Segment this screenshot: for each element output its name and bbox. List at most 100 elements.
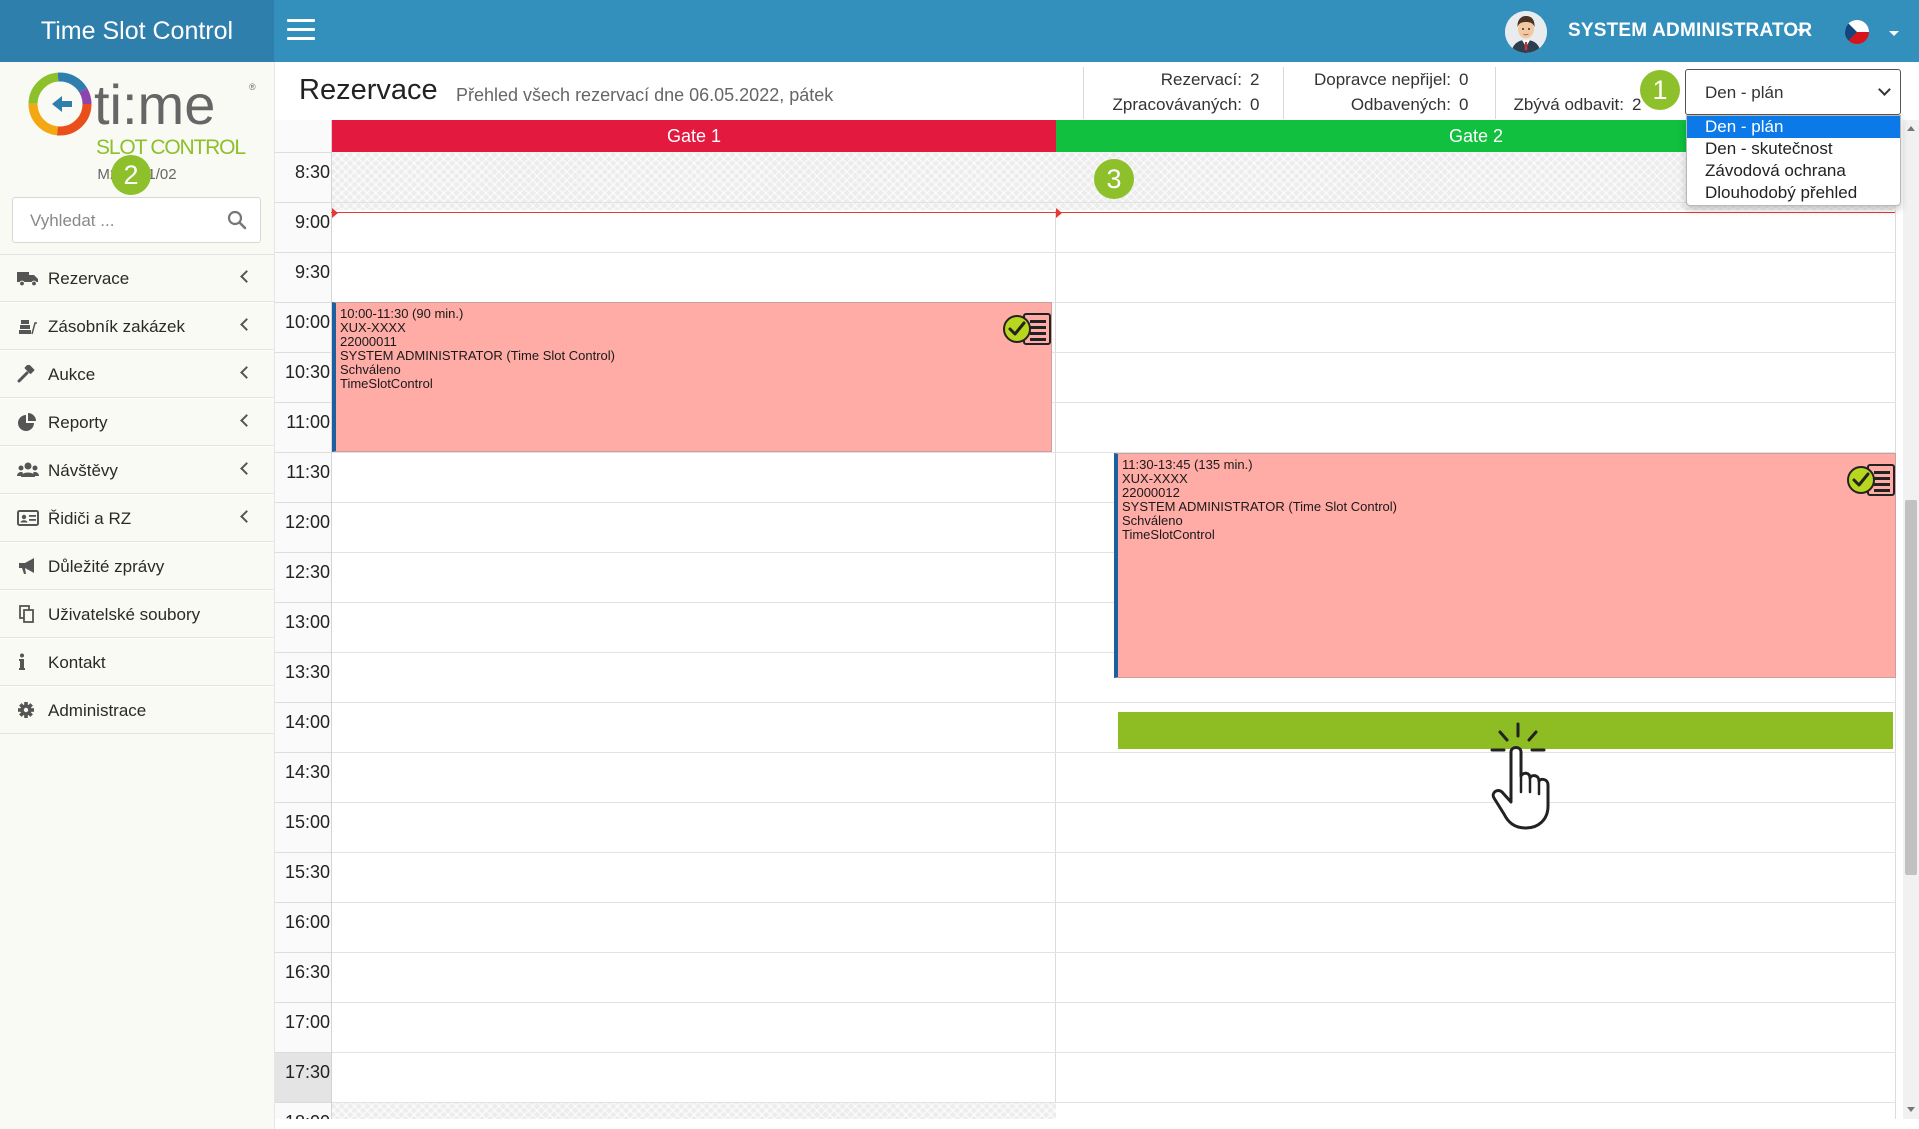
time-label: 12:30 — [284, 562, 330, 582]
search-input[interactable] — [14, 199, 232, 243]
booking-carrier: SYSTEM ADMINISTRATOR (Time Slot Control) — [1122, 499, 1397, 514]
time-label: 13:30 — [284, 662, 330, 682]
booking-carrier: SYSTEM ADMINISTRATOR (Time Slot Control) — [340, 348, 615, 363]
id-card-icon — [17, 510, 39, 526]
callout-badge: 1 — [1640, 70, 1680, 110]
current-time-marker — [332, 208, 338, 218]
booking-card[interactable]: 11:30-13:45 (135 min.) XUX-XXXX 22000012… — [1114, 453, 1896, 678]
caret-down-icon[interactable] — [1797, 29, 1807, 34]
svg-text:®: ® — [249, 82, 256, 92]
time-label: 14:30 — [284, 762, 330, 782]
menu-toggle-icon[interactable] — [287, 19, 316, 41]
grid-line — [332, 952, 1896, 953]
time-column: 8:30 9:00 9:30 10:00 10:30 11:00 11:30 12:00 12:… — [275, 120, 332, 1119]
stat-odbavenych: Odbavených: 0 — [1290, 95, 1477, 117]
selected-time-slot[interactable] — [1118, 712, 1893, 749]
sidebar: ti:me ® SLOT CONTROL M20 .3.1/02 Rezerva… — [0, 62, 275, 1129]
stat-label: Rezervací: — [1160, 70, 1242, 89]
pie-chart-icon — [18, 413, 36, 431]
scroll-up-arrow-icon[interactable] — [1907, 126, 1915, 131]
sidebar-item-label: Důležité zprávy — [48, 557, 165, 576]
chevron-left-icon — [240, 510, 253, 523]
view-mode-select[interactable]: Den - plán — [1685, 69, 1901, 115]
view-mode-option[interactable]: Závodová ochrana — [1687, 160, 1900, 182]
time-label: 12:00 — [284, 512, 330, 532]
caret-down-icon[interactable] — [1889, 31, 1899, 36]
stack-icon — [19, 320, 37, 335]
calendar-scrollbar[interactable] — [1903, 120, 1919, 1119]
booking-time: 10:00-11:30 (90 min.) — [340, 306, 464, 321]
current-time-marker — [1056, 208, 1062, 218]
view-mode-option[interactable]: Den - skutečnost — [1687, 138, 1900, 160]
time-label: 16:00 — [284, 912, 330, 932]
chevron-down-icon — [1878, 83, 1891, 96]
grid-line — [332, 202, 1896, 203]
booking-source: TimeSlotControl — [340, 376, 433, 391]
sidebar-item-navstevy[interactable]: Návštěvy — [0, 446, 274, 494]
stats-divider — [1083, 67, 1084, 119]
booking-status: Schváleno — [1122, 513, 1183, 528]
app-title[interactable]: Time Slot Control — [0, 0, 274, 62]
sidebar-item-aukce[interactable]: Aukce — [0, 350, 274, 398]
time-label: 17:00 — [284, 1012, 330, 1032]
current-time-line — [331, 212, 1895, 213]
stats-divider — [1283, 67, 1284, 119]
stat-label: Dopravce nepřijel: — [1313, 70, 1451, 89]
sidebar-item-kontakt[interactable]: Kontakt — [0, 638, 274, 686]
gear-icon — [18, 702, 34, 718]
sidebar-item-dulezite-zpravy[interactable]: Důležité zprávy — [0, 542, 274, 590]
gate-header-gate-1[interactable]: Gate 1 — [332, 120, 1056, 152]
svg-text:ti:me: ti:me — [94, 73, 215, 136]
view-mode-option[interactable]: Dlouhodobý přehled — [1687, 182, 1900, 204]
sidebar-item-ridici-a-rz[interactable]: Řidiči a RZ — [0, 494, 274, 542]
approved-check-icon[interactable] — [1844, 462, 1900, 496]
users-icon — [17, 462, 39, 477]
stat-label: Odbavených: — [1350, 95, 1451, 114]
sidebar-nav: Rezervace Zásobník zakázek Aukce Reporty… — [0, 254, 274, 734]
stat-value: 0 — [1250, 95, 1260, 114]
chevron-left-icon — [240, 270, 253, 283]
megaphone-icon — [19, 558, 34, 574]
view-mode-option[interactable]: Den - plán — [1687, 116, 1900, 138]
czech-flag-icon[interactable] — [1845, 20, 1869, 44]
sidebar-item-label: Administrace — [48, 701, 147, 720]
time-label: 10:30 — [284, 362, 330, 382]
grid-line — [332, 1002, 1896, 1003]
stat-rezervaci: Rezervací: 2 — [1090, 70, 1268, 92]
approved-check-icon[interactable] — [1000, 311, 1056, 345]
time-slot-control-logo[interactable]: ti:me ® SLOT CONTROL — [16, 70, 262, 160]
gate-column-gate-1[interactable] — [332, 152, 1056, 1119]
scrollbar-thumb[interactable] — [1905, 500, 1917, 875]
search-icon[interactable] — [227, 210, 247, 230]
sidebar-item-label: Reporty — [48, 413, 108, 432]
time-label: 14:00 — [284, 712, 330, 732]
scroll-down-arrow-icon[interactable] — [1907, 1107, 1915, 1112]
booking-number: 22000011 — [340, 334, 397, 349]
files-icon — [19, 605, 34, 623]
sidebar-item-administrace[interactable]: Administrace — [0, 686, 274, 734]
chevron-left-icon — [240, 366, 253, 379]
user-menu-button[interactable]: SYSTEM ADMINISTRATOR — [1568, 20, 1812, 42]
booking-card[interactable]: 10:00-11:30 (90 min.) XUX-XXXX 22000011 … — [332, 302, 1052, 452]
page-subtitle: Přehled všech rezervací dne 06.05.2022, … — [456, 85, 834, 105]
sidebar-item-uzivatelske-soubory[interactable]: Uživatelské soubory — [0, 590, 274, 638]
sidebar-item-label: Rezervace — [48, 269, 130, 288]
view-mode-select-value: Den - plán — [1705, 83, 1784, 102]
sidebar-item-rezervace[interactable]: Rezervace — [0, 254, 274, 302]
sidebar-item-zasobnik-zakazek[interactable]: Zásobník zakázek — [0, 302, 274, 350]
grid-line — [332, 702, 1896, 703]
avatar[interactable] — [1505, 11, 1547, 53]
time-label: 17:30 — [284, 1062, 330, 1082]
booking-number: 22000012 — [1122, 485, 1180, 500]
time-label: 15:00 — [284, 812, 330, 832]
grid-line — [332, 852, 1896, 853]
time-label: 11:00 — [286, 412, 330, 432]
top-bar: Time Slot Control SYSTEM ADMINISTRATOR — [0, 0, 1919, 62]
search-box — [12, 197, 261, 243]
sidebar-item-label: Aukce — [48, 365, 96, 384]
sidebar-item-label: Návštěvy — [48, 461, 118, 480]
grid-line — [332, 252, 1896, 253]
grid-line — [332, 1052, 1896, 1053]
sidebar-item-reporty[interactable]: Reporty — [0, 398, 274, 446]
time-label: 9:00 — [294, 212, 330, 232]
